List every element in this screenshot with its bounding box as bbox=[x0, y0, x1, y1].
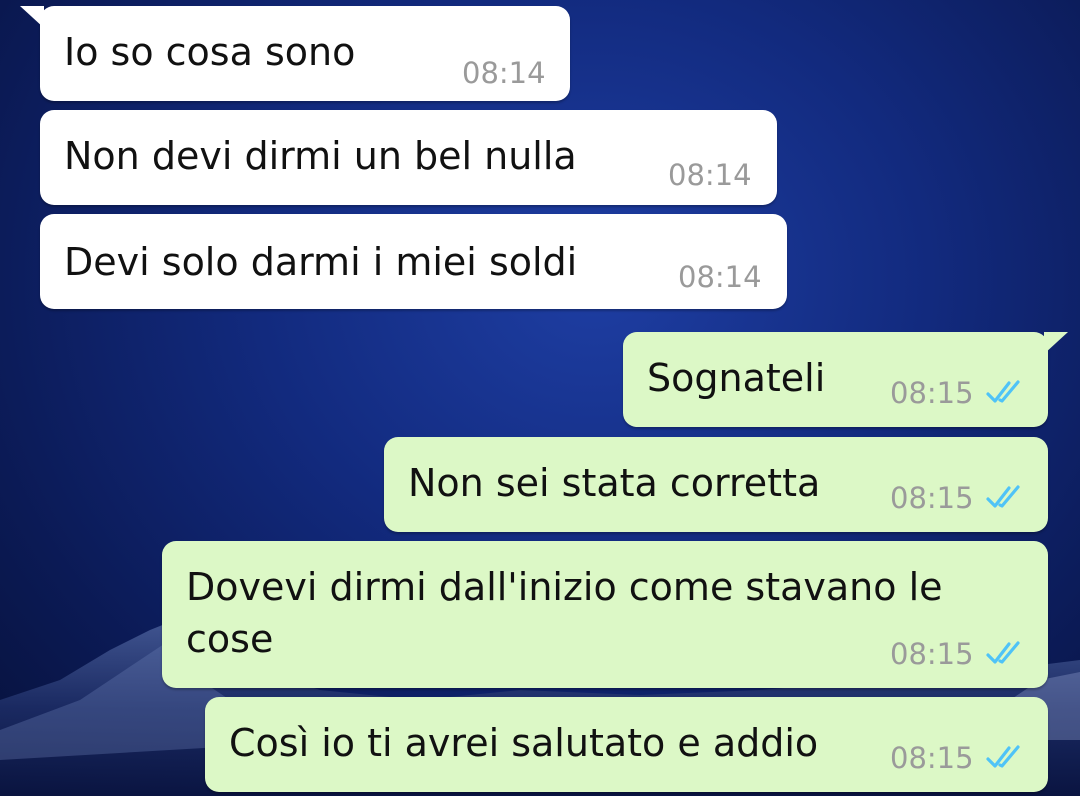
double-check-read-icon bbox=[986, 485, 1020, 508]
outgoing-message[interactable]: Non sei stata corretta 08:15 bbox=[384, 437, 1048, 532]
double-check-read-icon bbox=[986, 380, 1020, 403]
outgoing-message[interactable]: Dovevi dirmi dall'inizio come stavano le… bbox=[162, 541, 1048, 688]
message-text: Devi solo darmi i miei soldi bbox=[64, 240, 578, 284]
outgoing-message[interactable]: Così io ti avrei salutato e addio 08:15 bbox=[205, 697, 1048, 792]
message-text: Così io ti avrei salutato e addio bbox=[229, 721, 819, 765]
message-time: 08:15 bbox=[890, 741, 974, 775]
bubble-tail bbox=[20, 6, 44, 28]
double-check-read-icon bbox=[986, 745, 1020, 768]
message-time: 08:14 bbox=[678, 260, 762, 294]
message-text: Non sei stata corretta bbox=[408, 461, 821, 505]
message-time: 08:14 bbox=[462, 56, 546, 90]
incoming-message[interactable]: Io so cosa sono 08:14 bbox=[20, 6, 570, 101]
message-text: Dovevi dirmi dall'inizio come stavano le… bbox=[186, 565, 943, 661]
message-text: Non devi dirmi un bel nulla bbox=[64, 134, 577, 178]
message-time: 08:15 bbox=[890, 637, 974, 671]
incoming-message[interactable]: Non devi dirmi un bel nulla 08:14 bbox=[40, 110, 777, 205]
message-text: Sognateli bbox=[647, 356, 826, 400]
incoming-message[interactable]: Devi solo darmi i miei soldi 08:14 bbox=[40, 214, 787, 309]
message-time: 08:15 bbox=[890, 481, 974, 515]
message-time: 08:14 bbox=[668, 158, 752, 192]
message-text: Io so cosa sono bbox=[64, 30, 356, 74]
double-check-read-icon bbox=[986, 641, 1020, 664]
outgoing-message[interactable]: Sognateli 08:15 bbox=[623, 332, 1068, 427]
bubble-tail bbox=[1044, 332, 1068, 354]
message-time: 08:15 bbox=[890, 376, 974, 410]
